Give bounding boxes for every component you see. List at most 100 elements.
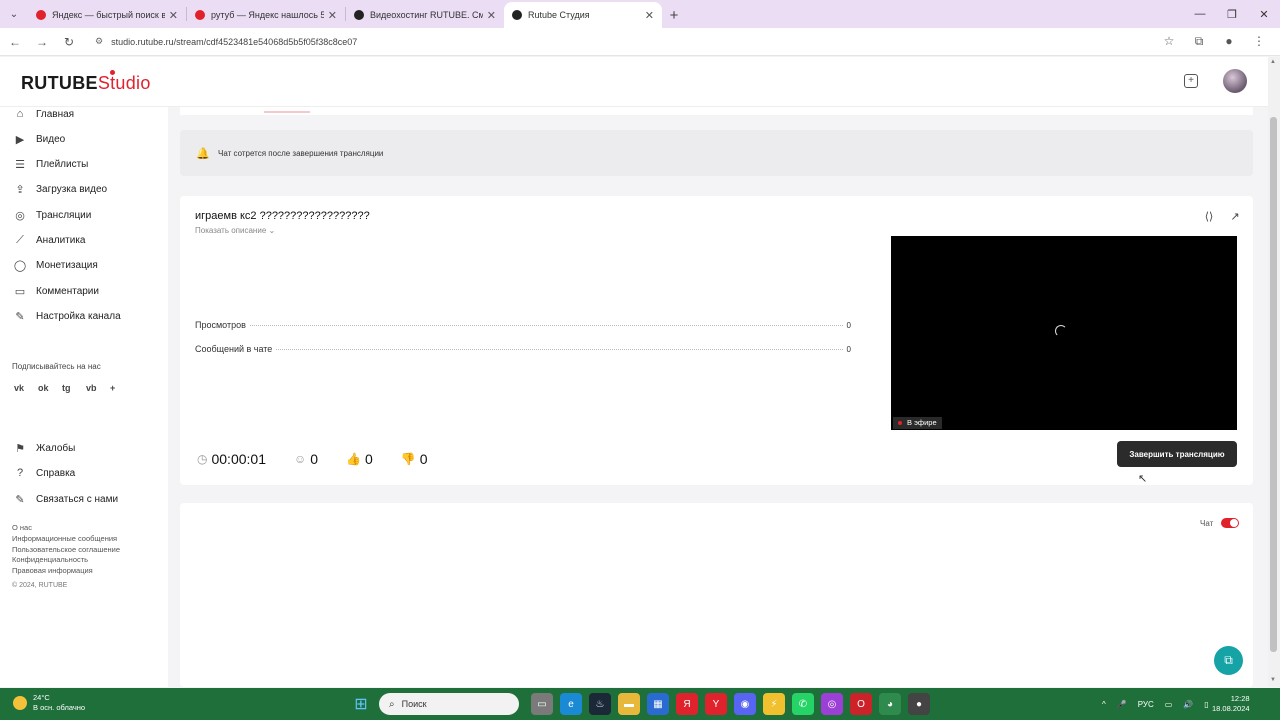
- vk-icon[interactable]: vk: [14, 383, 38, 393]
- sidebar-item-help[interactable]: ? Справка: [13, 463, 75, 483]
- battery-icon[interactable]: ▯: [1204, 700, 1208, 709]
- browser-tab[interactable]: рутуб — Яндекс нашлось 5 тыс. ✕: [187, 2, 345, 28]
- microphone-icon[interactable]: 🎤: [1117, 700, 1127, 709]
- discord-icon[interactable]: ◉: [734, 693, 756, 715]
- footer-link[interactable]: Пользовательское соглашение: [12, 545, 120, 556]
- browser-menu-icon[interactable]: ⋮: [1244, 34, 1274, 49]
- footer-link[interactable]: О нас: [12, 523, 120, 534]
- windows-start-icon[interactable]: ⊞: [350, 693, 372, 715]
- forward-icon[interactable]: →: [30, 30, 54, 54]
- bookmark-star-icon[interactable]: ☆: [1154, 34, 1184, 49]
- likes-value: 0: [365, 451, 373, 467]
- chrome-icon[interactable]: ◕: [879, 693, 901, 715]
- browser-tab[interactable]: Видеохостинг RUTUBE. Смотр ✕: [346, 2, 504, 28]
- add-content-icon[interactable]: +: [1184, 74, 1198, 88]
- browser-toolbar: ← → ↻ ⚙ studio.rutube.ru/stream/cdf45234…: [0, 28, 1280, 56]
- show-description-link[interactable]: Показать описание ⌄: [195, 226, 275, 235]
- footer-link[interactable]: Конфиденциальность: [12, 555, 120, 566]
- taskbar-search[interactable]: ⌕ Поиск: [379, 693, 519, 715]
- sidebar-item-broadcasts[interactable]: ◎ Трансляции: [13, 205, 91, 225]
- sidebar-item-label: Настройка канала: [36, 310, 121, 322]
- scroll-down-icon[interactable]: ▼: [1270, 677, 1276, 683]
- volume-icon[interactable]: 🔊: [1183, 700, 1193, 709]
- sidebar-item-label: Справка: [36, 467, 76, 479]
- video-player[interactable]: В эфире: [891, 236, 1237, 430]
- metric-duration: ◷ 00:00:01: [197, 451, 266, 467]
- whatsapp-icon[interactable]: ✆: [792, 693, 814, 715]
- store-icon[interactable]: ▦: [647, 693, 669, 715]
- sidebar-item-complaints[interactable]: ⚑ Жалобы: [13, 438, 75, 458]
- task-view-icon[interactable]: ▭: [531, 693, 553, 715]
- sidebar-item-home[interactable]: ⌂ Главная: [13, 104, 74, 124]
- app-icon[interactable]: ⚡: [763, 693, 785, 715]
- windows-taskbar: 24°C В осн. облачно ⊞ ⌕ Поиск ▭ e ♨ ▬ ▦ Я…: [0, 688, 1280, 720]
- scroll-up-icon[interactable]: ▲: [1270, 59, 1276, 65]
- sidebar-item-channel-settings[interactable]: ✎ Настройка канала: [13, 306, 121, 326]
- site-info-icon[interactable]: ⚙: [95, 36, 103, 47]
- close-window-icon[interactable]: ✕: [1248, 0, 1280, 28]
- sidebar-item-analytics[interactable]: ⟋ Аналитика: [13, 230, 85, 250]
- taskbar-clock[interactable]: 12:28 18.08.2024: [1212, 694, 1250, 714]
- support-chat-button[interactable]: ⧉: [1214, 646, 1243, 675]
- edge-icon[interactable]: e: [560, 693, 582, 715]
- upload-icon: ⇪: [15, 183, 25, 196]
- sidebar-item-video[interactable]: ▶ Видео: [13, 129, 65, 149]
- open-external-icon[interactable]: ↗: [1222, 210, 1248, 223]
- footer-link[interactable]: Правовая информация: [12, 566, 120, 577]
- stream-title: играемв кс2 ??????????????????: [195, 210, 370, 222]
- sidebar-item-contact[interactable]: ✎ Связаться с нами: [13, 489, 118, 509]
- file-explorer-icon[interactable]: ▬: [618, 693, 640, 715]
- minimize-icon[interactable]: —: [1184, 0, 1216, 28]
- language-indicator[interactable]: РУС: [1138, 700, 1154, 709]
- tray-chevron-icon[interactable]: ^: [1102, 700, 1106, 709]
- footer-link[interactable]: Информационные сообщения: [12, 534, 120, 545]
- steam-icon[interactable]: ♨: [589, 693, 611, 715]
- rutube-studio-logo[interactable]: RUTUBEStudio: [21, 70, 151, 94]
- chat-toggle[interactable]: Чат: [1200, 518, 1240, 528]
- dotted-leader: [249, 325, 843, 326]
- metric-likes: 👍 0: [346, 451, 373, 467]
- yandex-icon[interactable]: Я: [676, 693, 698, 715]
- video-icon: ▶: [15, 133, 25, 146]
- sidebar-item-playlists[interactable]: ☰ Плейлисты: [13, 154, 88, 174]
- opera-icon[interactable]: O: [850, 693, 872, 715]
- sidebar-item-label: Загрузка видео: [36, 183, 108, 195]
- end-stream-button[interactable]: Завершить трансляцию: [1117, 441, 1237, 467]
- restore-icon[interactable]: ❐: [1216, 0, 1248, 28]
- chat-switch[interactable]: [1221, 518, 1240, 528]
- reload-icon[interactable]: ↻: [57, 30, 81, 54]
- back-icon[interactable]: ←: [3, 30, 27, 54]
- close-tab-icon[interactable]: ✕: [328, 9, 337, 22]
- network-icon[interactable]: ▭: [1165, 700, 1173, 709]
- toolbar-actions: ☆ ⧉ ● ⋮: [1154, 34, 1274, 49]
- clock-time: 12:28: [1230, 694, 1250, 703]
- extensions-icon[interactable]: ⧉: [1184, 34, 1214, 49]
- tab-search-icon[interactable]: ⌄: [0, 0, 28, 28]
- close-tab-icon[interactable]: ✕: [487, 9, 496, 22]
- weather-widget[interactable]: 24°C В осн. облачно: [13, 693, 85, 713]
- page-scrollbar[interactable]: ▲ ▼: [1268, 57, 1280, 687]
- obs-studio-icon[interactable]: ●: [908, 693, 930, 715]
- broadcast-icon: ◎: [15, 209, 25, 222]
- address-bar[interactable]: ⚙ studio.rutube.ru/stream/cdf4523481e540…: [89, 31, 1149, 53]
- yandex-browser-icon[interactable]: Y: [705, 693, 727, 715]
- obs-icon[interactable]: ◎: [821, 693, 843, 715]
- sidebar-item-upload[interactable]: ⇪ Загрузка видео: [13, 179, 107, 199]
- user-avatar[interactable]: [1223, 69, 1247, 93]
- more-socials-icon[interactable]: +: [110, 383, 134, 393]
- telegram-icon[interactable]: tg: [62, 383, 86, 393]
- viber-icon[interactable]: vb: [86, 383, 110, 393]
- tab-title: Rutube Студия: [528, 10, 590, 20]
- profile-icon[interactable]: ●: [1214, 34, 1244, 49]
- close-tab-icon[interactable]: ✕: [645, 9, 654, 22]
- sidebar-item-monetization[interactable]: ◯ Монетизация: [13, 255, 98, 275]
- new-tab-button[interactable]: +: [662, 2, 686, 28]
- sidebar-item-comments[interactable]: ▭ Комментарии: [13, 281, 99, 301]
- browser-tab[interactable]: Яндекс — быстрый поиск в и ✕: [28, 2, 186, 28]
- scrollbar-thumb[interactable]: [1270, 117, 1277, 652]
- browser-tab-active[interactable]: Rutube Студия ✕: [504, 2, 662, 28]
- close-tab-icon[interactable]: ✕: [169, 9, 178, 22]
- weather-sun-icon: [13, 696, 27, 710]
- share-icon[interactable]: ⟨⟩: [1196, 210, 1222, 223]
- ok-icon[interactable]: ok: [38, 383, 62, 393]
